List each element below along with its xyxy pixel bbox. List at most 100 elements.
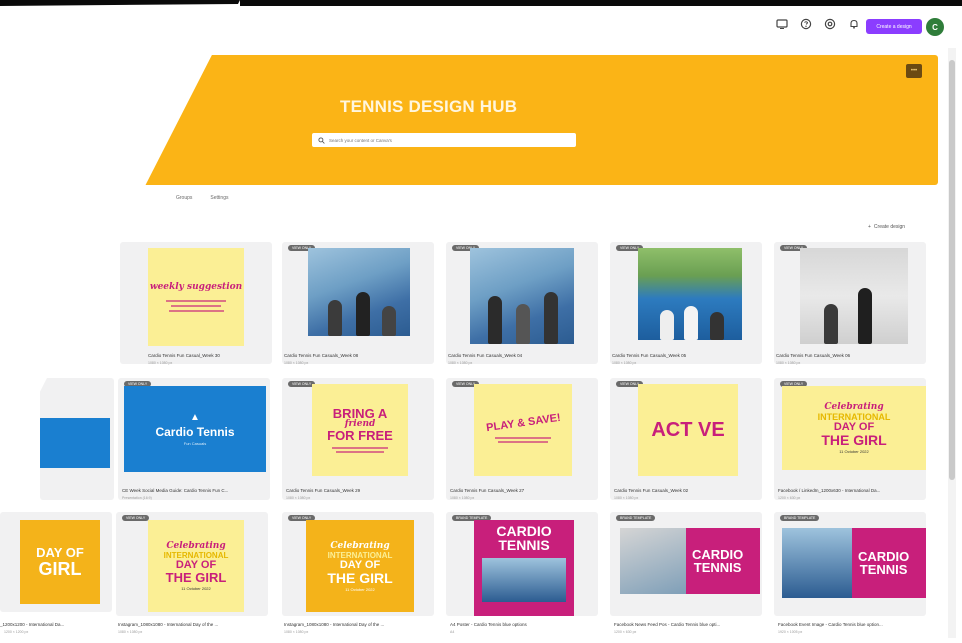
- design-card[interactable]: [40, 378, 114, 500]
- status-badge: BRAND TEMPLATE: [616, 515, 656, 521]
- thumbnail-text: CARDIO: [496, 523, 552, 539]
- thumbnail-text: THE GIRL: [327, 569, 393, 586]
- design-size: 1200 × 1200 px: [4, 630, 29, 634]
- design-card[interactable]: VIEW ONLY ▲ Cardio Tennis Fun Casuals: [118, 378, 270, 500]
- design-size: 1080 × 1080 px: [148, 361, 173, 365]
- design-thumbnail: [638, 248, 742, 340]
- design-title[interactable]: Cardio Tennis Fun Casual_Week 30: [148, 353, 298, 358]
- thumbnail-text: weekly suggestion: [149, 282, 243, 292]
- design-title[interactable]: _1200x1200 - International Da...: [0, 622, 112, 627]
- thumbnail-text: TENNIS: [859, 562, 908, 577]
- design-title[interactable]: Cardio Tennis Fun Casuals_Week 05: [612, 353, 762, 358]
- tab-groups[interactable]: Groups: [176, 195, 192, 201]
- thumbnail-text: 11 October 2022: [181, 586, 211, 591]
- help-icon[interactable]: [800, 18, 812, 30]
- design-card[interactable]: VIEW ONLY Celebrating INTERNATIONAL DAY …: [774, 378, 926, 500]
- design-card[interactable]: VIEW ONLY: [610, 242, 762, 364]
- design-card[interactable]: BRAND TEMPLATE CARDIO TENNIS: [446, 512, 598, 616]
- thumbnail-text: Celebrating: [166, 541, 226, 551]
- tennis-shoe-icon: ▲: [190, 412, 200, 423]
- design-title[interactable]: Cardio Tennis Fun Casuals_Week 06: [776, 353, 926, 358]
- create-design-label: Create design: [873, 224, 906, 230]
- design-thumbnail: [470, 248, 574, 344]
- thumbnail-text: Cardio Tennis: [155, 425, 235, 439]
- design-card[interactable]: DAY OF GIRL: [0, 512, 112, 612]
- status-badge: VIEW ONLY: [122, 515, 150, 521]
- design-thumbnail: [308, 248, 410, 336]
- search-input[interactable]: [329, 137, 569, 143]
- design-title[interactable]: A4 Poster - Cardio Tennis blue options: [450, 622, 600, 627]
- design-thumbnail: Celebrating INTERNATIONAL DAY OF THE GIR…: [148, 520, 244, 612]
- thumbnail-text: THE GIRL: [821, 432, 887, 448]
- top-header: Create a design C: [0, 6, 962, 42]
- header-icons: [776, 18, 860, 30]
- thumbnail-text: 11 October 2022: [345, 586, 375, 592]
- design-thumbnail: weekly suggestion: [148, 248, 244, 346]
- tab-bar: Groups Settings: [176, 195, 228, 201]
- scrollbar-thumb[interactable]: [949, 60, 955, 480]
- design-size: 1080 × 1080 px: [448, 361, 473, 365]
- search-bar[interactable]: [312, 133, 576, 147]
- design-card[interactable]: VIEW ONLY ACT VE: [610, 378, 762, 500]
- design-size: 1920 × 1005 px: [778, 630, 803, 634]
- design-thumbnail: CARDIO TENNIS: [474, 520, 574, 616]
- notification-icon[interactable]: [848, 18, 860, 30]
- thumbnail-text: Celebrating: [330, 540, 390, 551]
- design-thumbnail: ▲ Cardio Tennis Fun Casuals: [124, 386, 266, 472]
- design-thumbnail: BRING A friend FOR FREE: [312, 384, 408, 476]
- search-icon: [318, 131, 325, 149]
- thumbnail-text: THE GIRL: [165, 570, 227, 585]
- design-thumbnail: DAY OF GIRL: [20, 520, 100, 604]
- thumbnail-text: 11 October 2022: [839, 449, 869, 454]
- design-title[interactable]: Cardio Tennis Fun Casuals_Week 08: [284, 353, 434, 358]
- thumbnail-text: PLAY & SAVE!: [485, 411, 561, 435]
- thumbnail-text: GIRL: [38, 559, 82, 579]
- design-title[interactable]: Cardio Tennis Fun Casuals_Week 29: [286, 488, 436, 493]
- design-size: 1080 × 1080 px: [284, 630, 309, 634]
- design-card[interactable]: VIEW ONLY: [282, 242, 434, 364]
- hero-banner: [130, 55, 938, 185]
- design-size: Presentation (16:9): [122, 496, 152, 500]
- design-card[interactable]: VIEW ONLY PLAY & SAVE!: [446, 378, 598, 500]
- design-size: 1080 × 1080 px: [450, 496, 475, 500]
- design-card[interactable]: weekly suggestion: [120, 242, 272, 364]
- design-card[interactable]: BRAND TEMPLATE CARDIO TENNIS: [774, 512, 926, 616]
- design-card[interactable]: VIEW ONLY Celebrating INTERNATIONAL DAY …: [116, 512, 268, 616]
- design-card[interactable]: VIEW ONLY BRING A friend FOR FREE: [282, 378, 434, 500]
- design-title[interactable]: CE Week Social Media Guide: Cardio Tenni…: [122, 488, 272, 493]
- design-title[interactable]: Cardio Tennis Fun Casuals_Week 02: [614, 488, 764, 493]
- thumbnail-text: ACT VE: [651, 418, 725, 441]
- design-title[interactable]: Instagram_1080x1080 - International Day …: [284, 622, 434, 627]
- create-design-button[interactable]: + Create design: [868, 224, 905, 230]
- design-card[interactable]: VIEW ONLY Celebrating INTERNATIONAL DAY …: [282, 512, 434, 616]
- design-card[interactable]: BRAND TEMPLATE CARDIO TENNIS: [610, 512, 762, 616]
- design-title[interactable]: Facebook Event Image - Cardio Tennis blu…: [778, 622, 928, 627]
- avatar[interactable]: C: [926, 18, 944, 36]
- monitor-icon[interactable]: [776, 18, 788, 30]
- design-thumbnail: Celebrating INTERNATIONAL DAY OF THE GIR…: [306, 520, 414, 612]
- settings-icon[interactable]: [824, 18, 836, 30]
- design-size: 1080 × 1080 px: [286, 496, 311, 500]
- design-thumbnail: Celebrating INTERNATIONAL DAY OF THE GIR…: [782, 386, 926, 470]
- design-title[interactable]: Cardio Tennis Fun Casuals_Week 27: [450, 488, 600, 493]
- design-title[interactable]: Facebook / LinkedIn_1200x630 - Internati…: [778, 488, 928, 493]
- design-thumbnail: [800, 248, 908, 344]
- tab-settings[interactable]: Settings: [210, 195, 228, 201]
- design-title[interactable]: Facebook News Feed Pos - Cardio Tennis b…: [614, 622, 764, 627]
- design-size: 1080 × 1080 px: [118, 630, 143, 634]
- thumbnail-subtext: Fun Casuals: [183, 441, 207, 446]
- plus-icon: +: [868, 224, 871, 230]
- design-title[interactable]: Cardio Tennis Fun Casuals_Week 04: [448, 353, 598, 358]
- design-card[interactable]: VIEW ONLY: [774, 242, 926, 364]
- thumbnail-text: FOR FREE: [327, 428, 393, 443]
- create-a-design-button[interactable]: Create a design: [866, 19, 922, 34]
- design-size: 1080 × 1080 px: [284, 361, 309, 365]
- thumbnail-text: Celebrating: [824, 402, 884, 412]
- design-card[interactable]: VIEW ONLY: [446, 242, 598, 364]
- design-size: 1200 × 630 px: [614, 630, 637, 634]
- design-title[interactable]: Instagram_1080x1080 - International Day …: [118, 622, 268, 627]
- design-size: 1200 × 630 px: [778, 496, 801, 500]
- design-size: A4: [450, 630, 455, 634]
- hero-menu-button[interactable]: •••: [906, 64, 922, 78]
- page-title: TENNIS DESIGN HUB: [340, 97, 518, 116]
